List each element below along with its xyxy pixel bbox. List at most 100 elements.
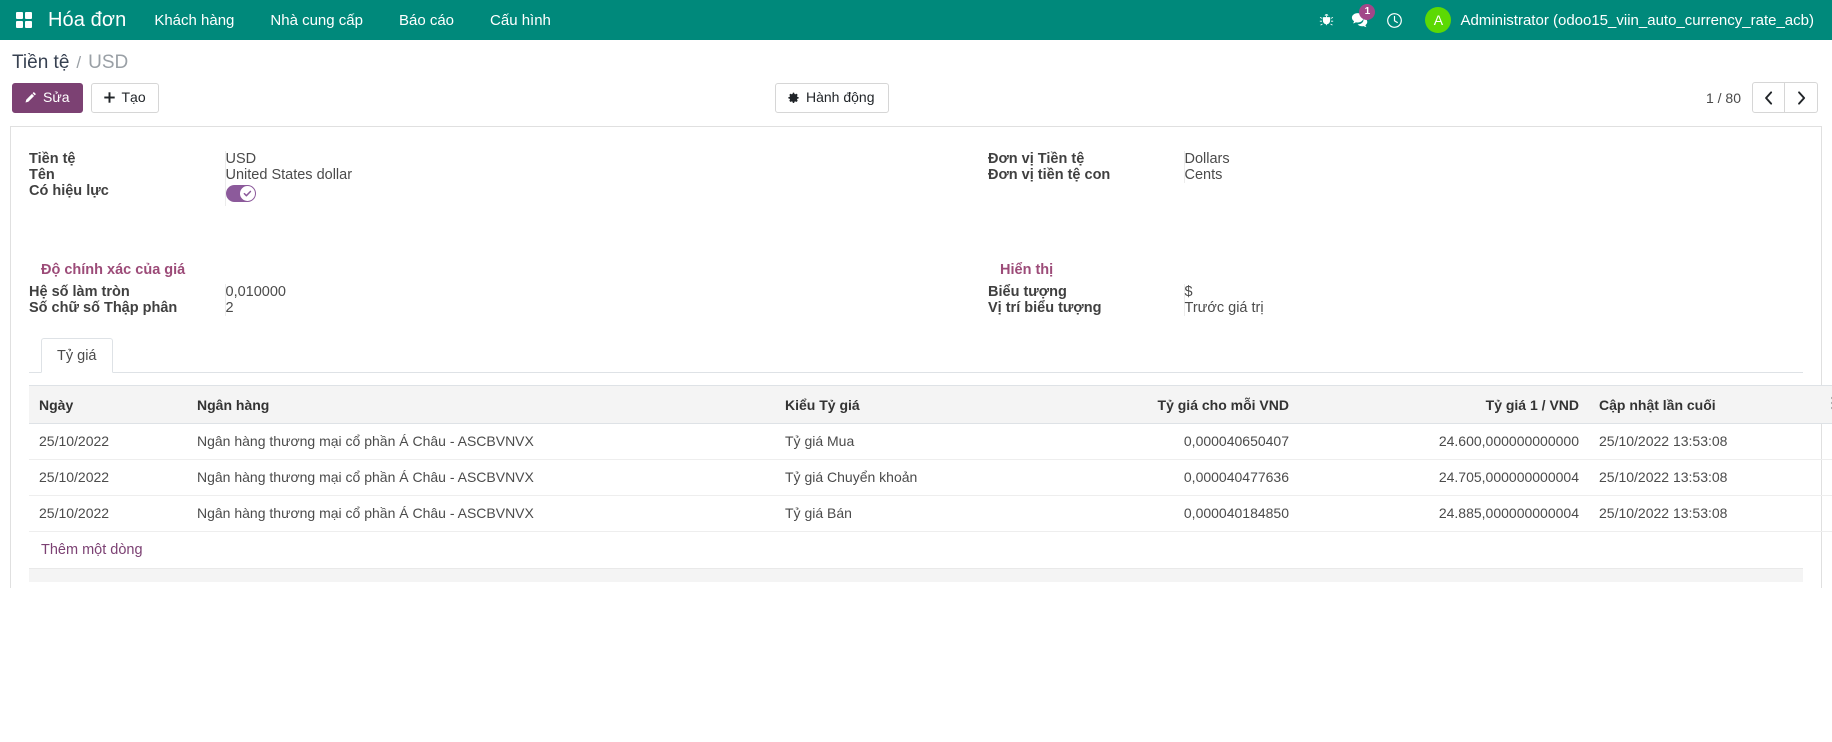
cell-date: 25/10/2022	[29, 424, 187, 460]
field-value-rounding[interactable]: 0,010000	[225, 284, 876, 300]
cell-rate-type: Tỷ giá Bán	[775, 496, 1009, 532]
table-row[interactable]: 25/10/2022 Ngân hàng thương mại cổ phần …	[29, 460, 1832, 496]
form-group-display: Hiển thị Biểu tượng $ Vị trí biểu tượng …	[916, 262, 1803, 316]
messaging-menu-button[interactable]: 1	[1343, 0, 1377, 40]
action-button-label: Hành động	[806, 90, 875, 105]
chevron-left-icon	[1764, 91, 1773, 105]
control-panel-buttons: Sửa Tạo Hành động 1 / 80	[0, 74, 1832, 126]
menu-item-vendors[interactable]: Nhà cung cấp	[252, 0, 381, 40]
field-value-name[interactable]: United States dollar	[225, 167, 876, 183]
menu-item-reporting[interactable]: Báo cáo	[381, 0, 472, 40]
check-icon	[243, 189, 252, 198]
form-group-left: Tiền tệ USD Tên United States dollar Có …	[29, 151, 916, 206]
field-row-currency-subunit: Đơn vị tiền tệ con Cents	[988, 167, 1803, 183]
cell-date: 25/10/2022	[29, 460, 187, 496]
field-value-currency-subunit[interactable]: Cents	[1184, 167, 1803, 183]
menu-item-configuration[interactable]: Cấu hình	[472, 0, 569, 40]
notebook: Tỷ giá Ngày Ngân hàng Kiểu Tỷ giá Tỷ giá…	[29, 338, 1803, 582]
menu-item-customers[interactable]: Khách hàng	[136, 0, 252, 40]
column-header-bank: Ngân hàng	[187, 386, 775, 424]
action-button[interactable]: Hành động	[775, 83, 889, 113]
cell-bank: Ngân hàng thương mại cổ phần Á Châu - AS…	[187, 424, 775, 460]
cell-bank: Ngân hàng thương mại cổ phần Á Châu - AS…	[187, 496, 775, 532]
column-header-optional-columns	[1821, 386, 1832, 424]
add-line-cell: Thêm một dòng	[29, 532, 1832, 569]
field-row-rounding: Hệ số làm tròn 0,010000	[29, 284, 876, 300]
brand-title[interactable]: Hóa đơn	[42, 9, 136, 32]
field-row-symbol-position: Vị trí biểu tượng Trước giá trị	[988, 300, 1803, 316]
pager-buttons	[1752, 82, 1818, 113]
message-count-badge: 1	[1359, 4, 1375, 20]
cell-last-update: 25/10/2022 13:53:08	[1589, 496, 1821, 532]
form-group-right: Đơn vị Tiền tệ Dollars Đơn vị tiền tệ co…	[916, 151, 1803, 206]
cell-inverse-rate: 24.600,000000000000	[1299, 424, 1589, 460]
add-line-button[interactable]: Thêm một dòng	[41, 542, 143, 558]
field-label-decimal-places: Số chữ số Thập phân	[29, 300, 225, 316]
column-header-last-update: Cập nhật lần cuối	[1589, 386, 1821, 424]
top-navbar: Hóa đơn Khách hàng Nhà cung cấp Báo cáo …	[0, 0, 1832, 40]
column-header-rate-per-vnd: Tỷ giá cho mỗi VND	[1009, 386, 1299, 424]
pager-value: 1 / 80	[1706, 90, 1741, 106]
form-group-primary: Tiền tệ USD Tên United States dollar Có …	[29, 151, 1803, 206]
rates-one2many-list: Ngày Ngân hàng Kiểu Tỷ giá Tỷ giá cho mỗ…	[29, 385, 1803, 582]
create-button-label: Tạo	[122, 90, 146, 105]
apps-menu-button[interactable]	[10, 6, 38, 34]
edit-button-label: Sửa	[43, 90, 70, 105]
breadcrumb-parent[interactable]: Tiền tệ	[12, 52, 69, 74]
field-row-currency: Tiền tệ USD	[29, 151, 876, 167]
cell-rate-type: Tỷ giá Mua	[775, 424, 1009, 460]
bug-icon	[1319, 13, 1334, 28]
activity-menu-button[interactable]	[1377, 0, 1411, 40]
cell-inverse-rate: 24.705,000000000004	[1299, 460, 1589, 496]
field-value-decimal-places[interactable]: 2	[225, 300, 876, 316]
field-value-currency-unit[interactable]: Dollars	[1184, 151, 1803, 167]
table-row[interactable]: 25/10/2022 Ngân hàng thương mại cổ phần …	[29, 424, 1832, 460]
field-label-currency-subunit: Đơn vị tiền tệ con	[988, 167, 1184, 183]
avatar: A	[1425, 7, 1451, 33]
field-label-active: Có hiệu lực	[29, 183, 225, 206]
field-value-symbol[interactable]: $	[1184, 284, 1803, 300]
cell-bank: Ngân hàng thương mại cổ phần Á Châu - AS…	[187, 460, 775, 496]
field-label-currency: Tiền tệ	[29, 151, 225, 167]
field-row-currency-unit: Đơn vị Tiền tệ Dollars	[988, 151, 1803, 167]
field-label-currency-unit: Đơn vị Tiền tệ	[988, 151, 1184, 167]
active-toggle[interactable]	[226, 185, 256, 202]
column-header-inverse-rate: Tỷ giá 1 / VND	[1299, 386, 1589, 424]
notebook-tabs: Tỷ giá	[29, 338, 1803, 373]
edit-button[interactable]: Sửa	[12, 83, 83, 113]
cell-last-update: 25/10/2022 13:53:08	[1589, 460, 1821, 496]
form-group-secondary: Độ chính xác của giá Hệ số làm tròn 0,01…	[29, 262, 1803, 316]
rates-table-body: 25/10/2022 Ngân hàng thương mại cổ phần …	[29, 424, 1832, 569]
field-value-currency[interactable]: USD	[225, 151, 876, 167]
field-row-decimal-places: Số chữ số Thập phân 2	[29, 300, 876, 316]
tab-rates[interactable]: Tỷ giá	[41, 338, 113, 373]
pager: 1 / 80	[1706, 82, 1818, 113]
section-title-display: Hiển thị	[988, 262, 1803, 284]
breadcrumb: Tiền tệ / USD	[0, 40, 1832, 74]
debug-menu-button[interactable]	[1309, 0, 1343, 40]
user-menu[interactable]: A Administrator (odoo15_viin_auto_curren…	[1411, 0, 1818, 40]
cell-rate-per-vnd: 0,000040184850	[1009, 496, 1299, 532]
table-row[interactable]: 25/10/2022 Ngân hàng thương mại cổ phần …	[29, 496, 1832, 532]
field-label-symbol-position: Vị trí biểu tượng	[988, 300, 1184, 316]
main-menu: Khách hàng Nhà cung cấp Báo cáo Cấu hình	[136, 0, 569, 40]
cell-delete	[1821, 460, 1832, 496]
field-row-name: Tên United States dollar	[29, 167, 876, 183]
cell-inverse-rate: 24.885,000000000004	[1299, 496, 1589, 532]
navbar-systray: 1 A Administrator (odoo15_viin_auto_curr…	[1309, 0, 1818, 40]
add-line-row: Thêm một dòng	[29, 532, 1832, 569]
rates-table-head: Ngày Ngân hàng Kiểu Tỷ giá Tỷ giá cho mỗ…	[29, 386, 1832, 424]
pager-next-button[interactable]	[1785, 82, 1818, 113]
pager-previous-button[interactable]	[1752, 82, 1785, 113]
column-header-date: Ngày	[29, 386, 187, 424]
field-label-symbol: Biểu tượng	[988, 284, 1184, 300]
cell-last-update: 25/10/2022 13:53:08	[1589, 424, 1821, 460]
cell-rate-type: Tỷ giá Chuyển khoản	[775, 460, 1009, 496]
odoo-app-window: Hóa đơn Khách hàng Nhà cung cấp Báo cáo …	[0, 0, 1832, 742]
create-button[interactable]: Tạo	[91, 83, 159, 113]
form-sheet-background: Tiền tệ USD Tên United States dollar Có …	[0, 126, 1832, 588]
username-label: Administrator (odoo15_viin_auto_currency…	[1460, 12, 1814, 29]
rates-table-header-row: Ngày Ngân hàng Kiểu Tỷ giá Tỷ giá cho mỗ…	[29, 386, 1832, 424]
field-value-symbol-position[interactable]: Trước giá trị	[1184, 300, 1803, 316]
breadcrumb-separator: /	[76, 53, 81, 73]
